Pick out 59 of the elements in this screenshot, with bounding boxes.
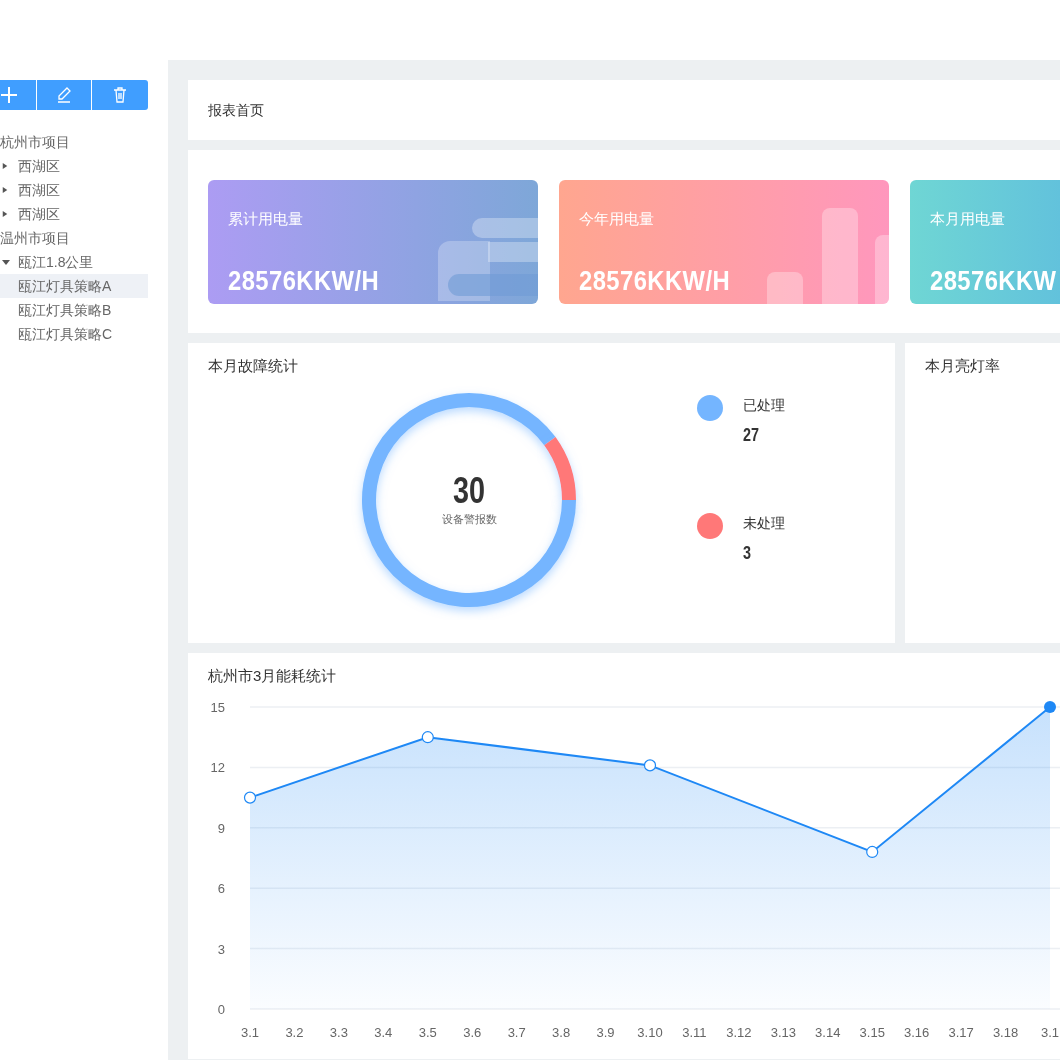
stat-value: 28576KKW — [930, 263, 1057, 298]
panel-title: 本月故障统计 — [208, 356, 299, 376]
stat-value: 28576KKW/H — [579, 263, 731, 298]
x-axis-label: 3.17 — [948, 1024, 974, 1040]
stat-label: 累计用电量 — [228, 209, 304, 229]
legend-value: 3 — [743, 541, 751, 565]
x-axis-label: 3.7 — [507, 1024, 526, 1040]
tree-item[interactable]: 杭州市项目 — [0, 130, 148, 154]
breadcrumb: 报表首页 — [208, 100, 264, 120]
tree-item[interactable]: 瓯江灯具策略B — [0, 298, 148, 322]
legend-label: 未处理 — [743, 513, 785, 533]
x-axis-label: 3.12 — [726, 1024, 752, 1040]
total-count: 30 — [452, 471, 485, 512]
total-label: 设备警报数 — [441, 512, 497, 528]
stat-label: 本月用电量 — [930, 209, 1006, 229]
pencil-icon — [55, 86, 73, 104]
edit-button[interactable] — [37, 80, 92, 110]
stat-value: 28576KKW/H — [228, 263, 380, 298]
x-axis-label: 3.1 — [1040, 1024, 1060, 1040]
x-axis-label: 3.3 — [329, 1024, 348, 1040]
tree-item[interactable]: 西湖区 — [0, 178, 148, 202]
y-axis-label: 0 — [217, 1001, 225, 1017]
plus-icon — [0, 86, 18, 104]
caret-right-icon — [2, 210, 8, 218]
x-axis-label: 3.14 — [815, 1024, 841, 1040]
legend-value: 27 — [743, 423, 760, 447]
x-axis-label: 3.5 — [418, 1024, 437, 1040]
y-axis-label: 12 — [210, 759, 225, 775]
trash-icon — [111, 86, 129, 104]
caret-down-icon — [2, 258, 10, 266]
tree-item[interactable]: 瓯江1.8公里 — [0, 250, 148, 274]
legend-label: 已处理 — [743, 395, 785, 415]
x-axis-label: 3.11 — [682, 1024, 707, 1040]
y-axis-label: 6 — [217, 880, 225, 896]
y-axis-label: 3 — [217, 941, 225, 957]
x-axis-label: 3.10 — [637, 1024, 663, 1040]
tree-item[interactable]: 西湖区 — [0, 154, 148, 178]
tree-item[interactable]: 西湖区 — [0, 202, 148, 226]
x-axis-label: 3.13 — [770, 1024, 796, 1040]
x-axis-label: 3.18 — [992, 1024, 1019, 1040]
tree-item[interactable]: 瓯江灯具策略A — [0, 274, 148, 298]
x-axis-label: 3.8 — [552, 1024, 571, 1040]
tree-item[interactable]: 瓯江灯具策略C — [0, 322, 148, 346]
x-axis-label: 3.15 — [859, 1024, 885, 1040]
x-axis-label: 3.6 — [463, 1024, 482, 1040]
tree-item[interactable]: 温州市项目 — [0, 226, 148, 250]
panel-title: 杭州市3月能耗统计 — [207, 666, 338, 686]
y-axis-label: 9 — [217, 820, 225, 836]
caret-right-icon — [2, 162, 8, 170]
delete-button[interactable] — [92, 80, 148, 110]
panel-title: 本月亮灯率 — [925, 356, 1001, 376]
x-axis-label: 3.4 — [374, 1024, 393, 1040]
x-axis-label: 3.1 — [240, 1024, 260, 1040]
x-axis-label: 3.16 — [904, 1024, 930, 1040]
y-axis-label: 15 — [210, 699, 225, 715]
caret-right-icon — [2, 186, 8, 194]
stat-label: 今年用电量 — [579, 209, 655, 229]
x-axis-label: 3.2 — [285, 1024, 304, 1040]
x-axis-label: 3.9 — [596, 1024, 615, 1040]
